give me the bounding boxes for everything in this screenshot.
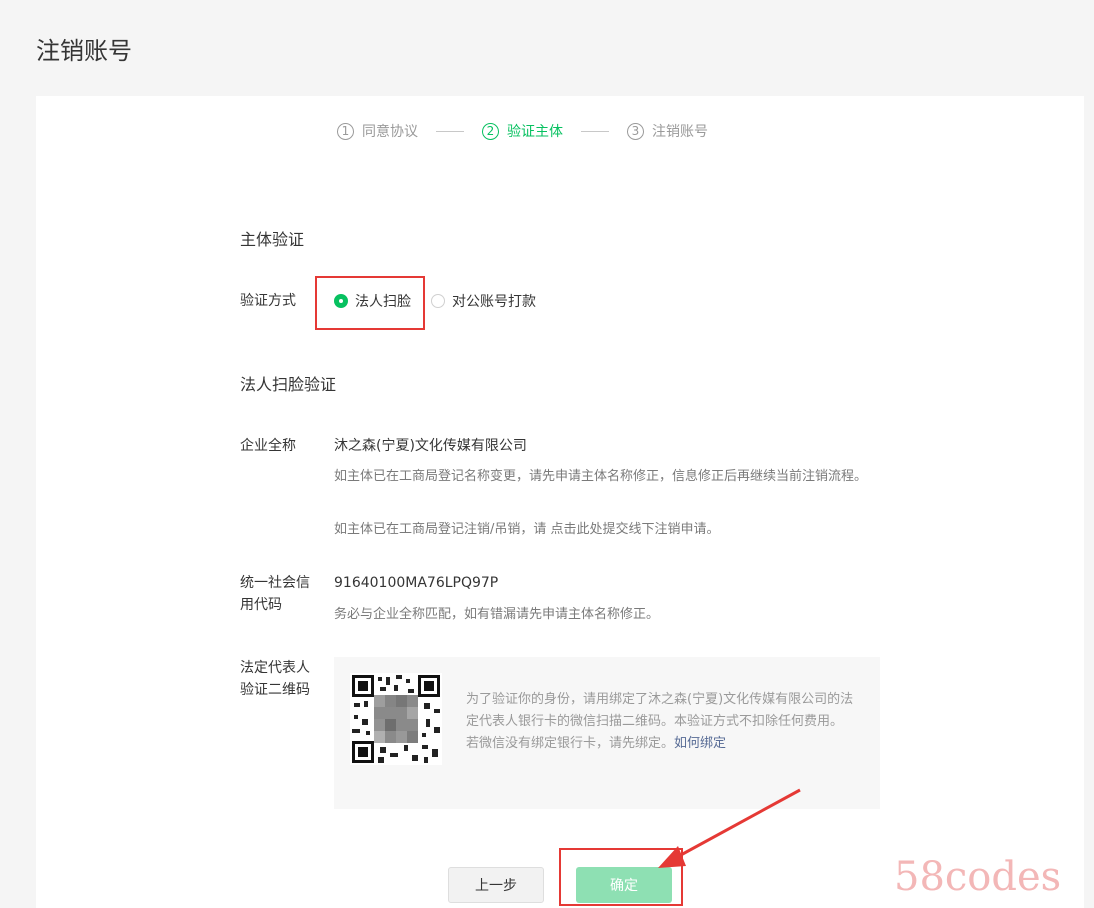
highlight-box-radio bbox=[315, 276, 425, 330]
qr-label: 法定代表人验证二维码 bbox=[240, 660, 310, 698]
company-hint-revoked: 如主体已在工商局登记注销/吊销，请 点击此处提交线下注销申请。 bbox=[334, 522, 720, 537]
qr-panel: 为了验证你的身份，请用绑定了沐之森(宁夏)文化传媒有限公司的法定代表人银行卡的微… bbox=[334, 657, 880, 809]
qr-code-icon bbox=[350, 673, 442, 765]
prev-step-button[interactable]: 上一步 bbox=[448, 867, 544, 903]
step-cancel: 3 注销账号 bbox=[627, 121, 708, 141]
company-label: 企业全称 bbox=[240, 438, 296, 454]
step-label: 同意协议 bbox=[362, 124, 418, 140]
radio-unchecked-icon bbox=[431, 294, 445, 308]
radio-label: 对公账号打款 bbox=[452, 294, 536, 310]
section-title-face: 法人扫脸验证 bbox=[240, 375, 337, 394]
method-label: 验证方式 bbox=[240, 293, 296, 309]
step-label: 验证主体 bbox=[507, 124, 563, 140]
qr-instruction-text: 为了验证你的身份，请用绑定了沐之森(宁夏)文化传媒有限公司的法定代表人银行卡的微… bbox=[466, 692, 854, 729]
highlight-box-confirm bbox=[559, 848, 683, 906]
step-number: 2 bbox=[482, 122, 499, 140]
step-divider bbox=[436, 130, 464, 132]
company-name: 沐之森(宁夏)文化传媒有限公司 bbox=[334, 438, 527, 454]
how-to-bind-link[interactable]: 如何绑定 bbox=[674, 736, 726, 751]
step-verify: 2 验证主体 bbox=[482, 121, 563, 141]
page-title: 注销账号 bbox=[36, 37, 132, 65]
step-number: 3 bbox=[627, 122, 644, 140]
qr-bind-hint: 若微信没有绑定银行卡，请先绑定。 bbox=[466, 736, 675, 751]
company-hint-rename: 如主体已在工商局登记名称变更，请先申请主体名称修正，信息修正后再继续当前注销流程… bbox=[334, 469, 868, 484]
radio-bank-transfer[interactable]: 对公账号打款 bbox=[431, 291, 536, 311]
watermark: 58codes bbox=[894, 854, 1062, 900]
step-indicator: 1 同意协议 2 验证主体 3 注销账号 bbox=[337, 120, 708, 142]
qr-instructions: 为了验证你的身份，请用绑定了沐之森(宁夏)文化传媒有限公司的法定代表人银行卡的微… bbox=[466, 689, 858, 755]
section-title-verify: 主体验证 bbox=[240, 230, 305, 249]
credit-code-hint: 务必与企业全称匹配，如有错漏请先申请主体名称修正。 bbox=[334, 607, 660, 622]
credit-code-label: 统一社会信用代码 bbox=[240, 575, 310, 613]
credit-code-value: 91640100MA76LPQ97P bbox=[334, 575, 499, 591]
step-number: 1 bbox=[337, 122, 354, 140]
step-label: 注销账号 bbox=[652, 124, 708, 140]
step-agree: 1 同意协议 bbox=[337, 121, 418, 141]
step-divider bbox=[581, 130, 609, 132]
